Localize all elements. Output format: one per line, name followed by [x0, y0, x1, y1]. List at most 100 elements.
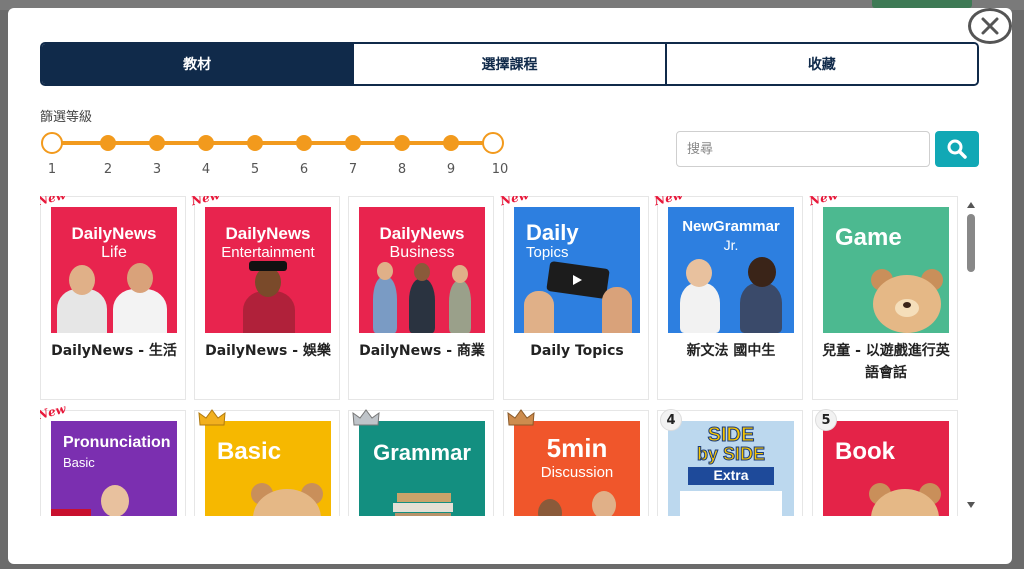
person-figure: [57, 289, 107, 333]
person-head: [377, 262, 393, 280]
slider-step-6[interactable]: [296, 135, 312, 151]
cover-subtitle: Basic: [63, 455, 95, 470]
cover-subtitle: Business: [389, 244, 455, 261]
person-figure: [373, 277, 397, 333]
cover-title: Basic: [217, 438, 282, 465]
scroll-up-arrow-icon[interactable]: [967, 202, 975, 208]
scroll-down-arrow-icon[interactable]: [967, 502, 975, 508]
person-figure: [680, 283, 720, 333]
course-card-kids-game[interactable]: New Game 兒童 - 以遊戲進行英語會話: [808, 196, 958, 400]
slider-step-9[interactable]: [443, 135, 459, 151]
scroll-thumb[interactable]: [967, 214, 975, 272]
person-head: [69, 265, 95, 295]
level-range-slider[interactable]: 1 2 3 4 5 6 7 8 9 10: [41, 132, 508, 182]
search-icon: [947, 139, 967, 159]
flag-shape: [51, 509, 91, 516]
bronze-crown-icon: [507, 409, 535, 426]
search-input[interactable]: [676, 131, 930, 167]
course-card-dailynews-entertainment[interactable]: New DailyNews Entertainment DailyNews - …: [190, 196, 340, 400]
cover-title: Grammar: [373, 440, 471, 465]
close-button[interactable]: [968, 8, 1012, 44]
slider-step-3[interactable]: [149, 135, 165, 151]
filter-level-label: 篩選等級: [40, 110, 93, 125]
course-cover: DailyNews Business: [359, 207, 485, 333]
course-cover: 5min Discussion: [514, 421, 640, 516]
close-icon: [981, 17, 999, 35]
cover-subtitle: Entertainment: [221, 244, 315, 261]
book-stack: [397, 493, 451, 502]
cover-title: 5min: [546, 433, 608, 463]
person-figure: [113, 289, 167, 333]
level-label: 10: [491, 162, 509, 177]
course-modal: 教材 選擇課程 收藏 篩選等級 1 2 3 4 5 6 7 8 9 10 New: [8, 8, 1012, 564]
backdrop-button: [872, 0, 972, 8]
cover-title: DailyNews: [225, 224, 311, 243]
course-name: 兒童 - 以遊戲進行英語會話: [822, 343, 950, 381]
person-head: [101, 485, 129, 516]
course-card-new-grammar-jr[interactable]: New NewGrammar Jr. 新文法 國中生: [653, 196, 803, 400]
person-head: [686, 259, 712, 287]
level-label: 8: [397, 162, 407, 177]
tab-select-course[interactable]: 選擇課程: [352, 44, 665, 84]
course-cover: Pronunciation Basic: [51, 421, 177, 516]
play-icon: [573, 275, 582, 285]
hat-shape: [249, 261, 287, 271]
course-card-5min-discussion[interactable]: 5min Discussion: [503, 409, 649, 516]
tab-favorites[interactable]: 收藏: [664, 44, 977, 84]
tab-materials[interactable]: 教材: [42, 44, 353, 84]
search-button[interactable]: [935, 131, 979, 167]
course-grid-scrollbar[interactable]: [964, 200, 978, 520]
slider-step-5[interactable]: [247, 135, 263, 151]
cover-title: DailyNews: [379, 224, 465, 243]
cover-title: Pronunciation: [63, 434, 171, 451]
level-label: 1: [47, 162, 57, 177]
cover-content-box: [680, 491, 782, 516]
course-name: 新文法 國中生: [686, 343, 776, 359]
slider-step-7[interactable]: [345, 135, 361, 151]
level-badge: 5: [815, 409, 837, 431]
cover-title: SIDE: [707, 424, 755, 446]
cover-subtitle: Life: [101, 244, 127, 261]
course-cover: Grammar: [359, 421, 485, 516]
course-name: DailyNews - 生活: [51, 343, 177, 359]
course-card-book[interactable]: 5 Book: [812, 409, 958, 516]
course-cover: NewGrammar Jr.: [668, 207, 794, 333]
gold-crown-icon: [198, 409, 226, 426]
person-head: [255, 267, 281, 297]
person-head: [748, 257, 776, 287]
person-figure: [243, 291, 295, 333]
level-label: 2: [103, 162, 113, 177]
person-figure: [409, 279, 435, 333]
course-card-dailynews-business[interactable]: DailyNews Business DailyNews - 商業: [348, 196, 494, 400]
slider-track: [51, 141, 493, 145]
slider-step-8[interactable]: [394, 135, 410, 151]
slider-step-2[interactable]: [100, 135, 116, 151]
tab-bar: 教材 選擇課程 收藏: [40, 42, 979, 86]
silver-crown-icon: [352, 409, 380, 426]
course-card-pronunciation-basic[interactable]: New Pronunciation Basic: [40, 402, 186, 516]
course-name: DailyNews - 娛樂: [205, 343, 331, 359]
cover-subtitle: Jr.: [723, 237, 739, 253]
course-card-side-by-side-extra[interactable]: 4 SIDE by SIDE Extra: [657, 409, 803, 516]
person-head: [538, 499, 562, 516]
slider-max-handle[interactable]: [482, 132, 504, 154]
level-label: 9: [446, 162, 456, 177]
course-card-daily-topics[interactable]: New Daily Topics Daily Topics: [499, 196, 649, 400]
person-figure: [740, 283, 782, 333]
course-cover: SIDE by SIDE Extra: [668, 421, 794, 516]
cover-subtitle: Topics: [526, 244, 569, 261]
person-head: [452, 265, 468, 283]
cover-title: NewGrammar: [682, 218, 780, 235]
cover-subtitle: Extra: [713, 467, 749, 483]
cover-subtitle: by SIDE: [696, 444, 766, 464]
course-card-dailynews-life[interactable]: New DailyNews Life DailyNews - 生活: [40, 196, 186, 400]
slider-min-handle[interactable]: [41, 132, 63, 154]
course-cover: Daily Topics: [514, 207, 640, 333]
slider-step-4[interactable]: [198, 135, 214, 151]
book-stack: [393, 503, 453, 512]
level-badge: 4: [660, 409, 682, 431]
course-card-grammar[interactable]: Grammar: [348, 409, 494, 516]
hand-shape: [602, 287, 632, 333]
course-card-basic[interactable]: Basic: [194, 409, 340, 516]
person-head: [414, 263, 430, 281]
